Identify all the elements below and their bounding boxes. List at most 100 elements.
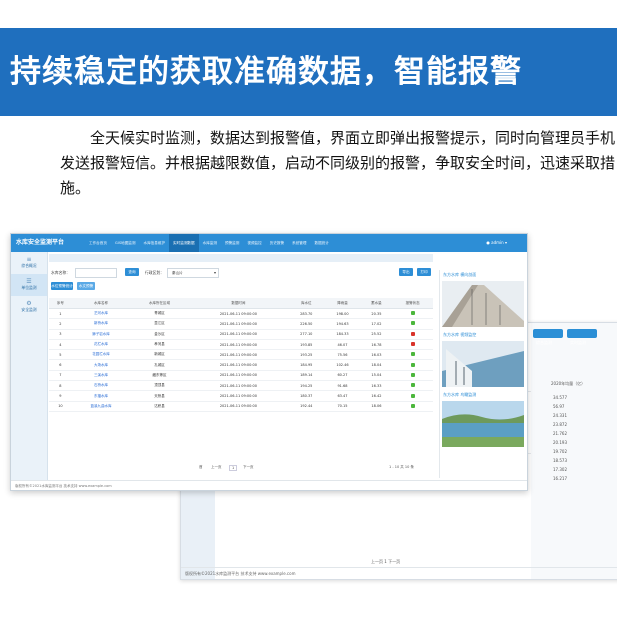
table-row[interactable]: 3 狮子岩水库 金沙区 2021-06-11 09:00:00 277.10 184.33…	[49, 329, 433, 340]
nav-item[interactable]: 数据统计	[310, 234, 332, 252]
nav-item[interactable]: 实时监测数据	[169, 234, 199, 252]
sidebar-item[interactable]: ⚙ 安全监测	[11, 296, 47, 318]
sidebar-item-label: 单位监测	[21, 285, 37, 290]
table-row[interactable]: 8 石桥水库 顶顶县 2021-06-11 09:00:00 194.25 91.68 16…	[49, 380, 433, 392]
cell-v2: 60.27	[324, 370, 361, 382]
panel-label-aerial: 东方水库 鸟瞰监测	[443, 392, 477, 397]
app-footer-text: 版权所有©2021水库监测平台 技术支持 www.example.com	[15, 484, 112, 488]
pager-current[interactable]: 1	[229, 465, 238, 471]
cell-name[interactable]: 蓝溪九曲水库	[71, 401, 131, 412]
normal-indicator	[410, 372, 415, 377]
cell-v1: 277.10	[288, 329, 325, 340]
export-button[interactable]: 导出	[399, 268, 413, 276]
secondary-btn-1[interactable]: 综合监测	[533, 329, 563, 345]
nav-item[interactable]: 预警监测	[221, 234, 243, 252]
chevron-down-icon: ▾	[213, 270, 216, 275]
hydrology-alarm-button[interactable]: 水文预警	[77, 282, 95, 290]
pager-prev[interactable]: 上一页	[211, 465, 222, 470]
cell-no: 10	[49, 401, 72, 412]
table-row[interactable]: 9 东福水库 天桥县 2021-06-11 09:00:00 180.37 63.47 16…	[49, 390, 433, 402]
secondary-value: 16.217	[553, 476, 567, 481]
column-header: 水库名称	[71, 298, 131, 309]
normal-indicator	[410, 393, 415, 398]
nav-item[interactable]: 系统管理	[288, 234, 310, 252]
cell-v2: 91.68	[324, 380, 361, 392]
cell-v2: 194.63	[324, 318, 361, 330]
aerial-image	[442, 401, 524, 447]
cell-name[interactable]: 东福水库	[71, 390, 131, 402]
region-select[interactable]: 秦山片 ▾	[167, 268, 219, 278]
cell-name[interactable]: 石桥水库	[71, 380, 131, 392]
dam-profile-drawing	[442, 285, 524, 327]
column-header: 报警状态	[392, 298, 433, 309]
secondary-value: 23.872	[553, 422, 567, 427]
cell-status	[392, 308, 433, 320]
normal-indicator	[410, 352, 415, 357]
normal-indicator	[410, 311, 415, 316]
cell-v3: 16.78	[360, 339, 393, 351]
nav-item[interactable]: 历史报警	[266, 234, 288, 252]
filter-label-region: 行政区划：	[145, 270, 164, 275]
column-header: 水库所在区域	[130, 298, 189, 309]
level-stat-button[interactable]: 水位预警统计	[51, 282, 73, 290]
table-row[interactable]: 6 大场水库 孔城区 2021-06-11 09:00:00 184.95 102.46 1…	[49, 359, 433, 371]
intro-text: 全天候实时监测，数据达到报警值，界面立即弹出报警提示，同时向管理员手机发送报警短…	[60, 129, 616, 197]
table-row[interactable]: 10 蓝溪九曲水库 达积县 2021-06-11 09:00:00 192.44 70.1…	[49, 401, 433, 412]
secondary-side-panel	[531, 323, 617, 579]
cell-name[interactable]: 新桥水库	[71, 318, 131, 330]
table-row[interactable]: 2 新桥水库 显江区 2021-06-11 09:00:00 226.50 194.63 1…	[49, 318, 433, 330]
sidebar-item[interactable]: ≡ 综合概况	[11, 252, 47, 274]
cell-name[interactable]: 狮子岩水库	[71, 329, 131, 340]
secondary-pager[interactable]: 上一页 1 下一页	[371, 559, 400, 565]
table-row[interactable]: 4 花栏水库 孝河县 2021-06-11 09:00:00 193.85 46.07 16…	[49, 339, 433, 351]
secondary-value: 19.702	[553, 449, 567, 454]
cell-area: 孔城区	[130, 359, 189, 371]
video-drawing	[442, 341, 524, 387]
cell-time: 2021-06-11 09:00:00	[188, 359, 289, 371]
secondary-btn-2[interactable]: 实时监测	[567, 329, 597, 345]
cell-name[interactable]: 花栏水库	[71, 339, 131, 351]
cell-time: 2021-06-11 09:00:00	[188, 318, 289, 330]
nav-item[interactable]: 水库信息维护	[139, 234, 169, 252]
nav-item[interactable]: GIS地图监测	[111, 234, 140, 252]
cell-v2: 70.15	[324, 401, 361, 412]
cell-v2: 46.07	[324, 339, 361, 351]
nav-item[interactable]: 工作台首页	[85, 234, 111, 252]
nav-item[interactable]: 视频监控	[243, 234, 265, 252]
cell-name[interactable]: 三溪水库	[71, 370, 131, 382]
pager-first[interactable]: 首	[199, 465, 203, 470]
print-button[interactable]: 打印	[417, 268, 431, 276]
left-sidebar: ≡ 综合概况 ☰ 单位监测 ⚙ 安全监测	[11, 252, 48, 480]
cell-status	[392, 370, 433, 382]
nav-item[interactable]: 水库监测	[199, 234, 221, 252]
pager-next[interactable]: 下一页	[243, 465, 254, 470]
alarm-indicator	[410, 331, 415, 336]
query-button[interactable]: 查询	[125, 268, 139, 276]
cell-area: 孝河县	[130, 339, 189, 351]
cell-v3: 18.04	[360, 359, 393, 371]
cell-time: 2021-06-11 09:00:00	[188, 390, 289, 402]
table-row[interactable]: 5 花园栏水库 新城区 2021-06-11 09:00:00 193.25 75.56 1…	[49, 349, 433, 361]
column-header: 库水位	[288, 298, 325, 309]
sidebar-item[interactable]: ☰ 单位监测	[11, 274, 47, 296]
cell-v2: 63.47	[324, 390, 361, 402]
cell-name[interactable]: 大场水库	[71, 359, 131, 371]
sub-button-row: 水位预警统计 水文预警	[49, 280, 433, 292]
table-row[interactable]: 7 三溪水库 藏东等区 2021-06-11 09:00:00 189.14 60.27 1…	[49, 370, 433, 382]
cell-time: 2021-06-11 09:00:00	[188, 308, 289, 320]
user-name: admin	[491, 240, 504, 245]
region-select-value: 秦山片	[172, 271, 183, 275]
cell-name[interactable]: 花园栏水库	[71, 349, 131, 361]
cell-v1: 192.44	[288, 401, 325, 412]
cell-no: 8	[49, 380, 72, 392]
cell-area: 青城区	[130, 308, 189, 320]
cell-status	[392, 380, 433, 392]
cell-no: 5	[49, 349, 72, 361]
table-row[interactable]: 1 艺河水库 青城区 2021-06-11 09:00:00 283.70 198.00 2…	[49, 308, 433, 320]
cell-area: 新城区	[130, 349, 189, 361]
cell-name[interactable]: 艺河水库	[71, 308, 131, 320]
cell-area: 顶顶县	[130, 380, 189, 392]
sidebar-icon: ≡	[26, 256, 32, 263]
reservoir-name-input[interactable]	[75, 268, 117, 278]
user-menu[interactable]: ● admin ▾	[486, 234, 507, 252]
